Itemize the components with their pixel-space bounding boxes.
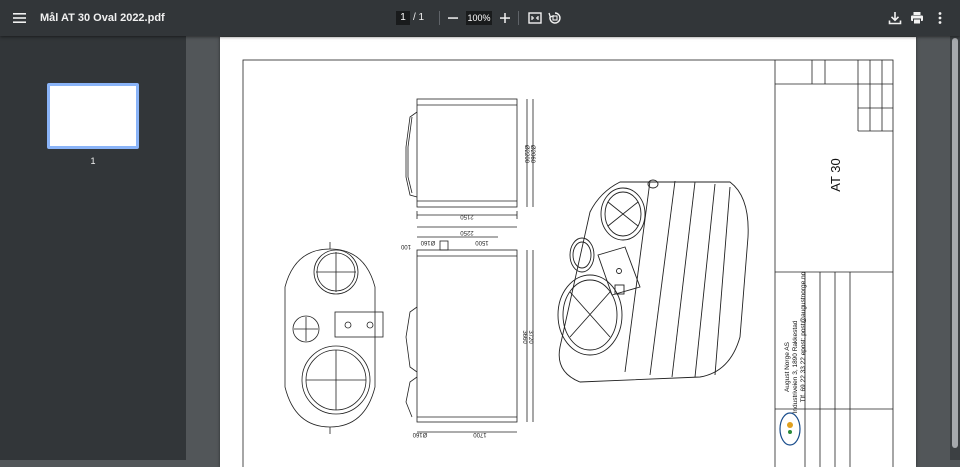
dim-w1500: 1500	[475, 239, 489, 245]
company-address: Industriveien 3, 1890 Rakkestad	[792, 320, 799, 413]
dim-d160-top: Ø160	[420, 239, 435, 245]
zoom-in-icon	[500, 13, 510, 23]
dim-h3660: 3660	[521, 330, 527, 344]
company-name: August Norge AS	[784, 341, 791, 392]
thumbnail-page-number: 1	[90, 156, 96, 166]
toolbar-divider	[439, 11, 440, 25]
zoom-input[interactable]: 100%	[466, 11, 492, 25]
rotate-icon	[548, 12, 561, 24]
technical-drawing: AT 30 August Norge AS Industriveien 3, 1…	[242, 59, 894, 467]
dim-d2200: Ø2200	[523, 145, 529, 164]
dim-w2150: 2150	[460, 213, 474, 219]
zoom-in-button[interactable]	[495, 8, 515, 28]
download-button[interactable]	[885, 8, 905, 28]
fit-page-button[interactable]	[525, 8, 545, 28]
zoom-out-button[interactable]	[443, 8, 463, 28]
page-number-input[interactable]: 1	[396, 11, 410, 25]
page-thumbnail[interactable]	[47, 83, 139, 149]
isometric-tank-view	[557, 179, 749, 383]
pdf-page: AT 30 August Norge AS Industriveien 3, 1…	[220, 37, 916, 467]
toolbar-divider	[518, 11, 519, 25]
dim-d160-bottom: Ø160	[412, 431, 427, 437]
fit-page-icon	[528, 12, 542, 24]
page-count: / 1	[413, 12, 425, 23]
document-viewer: AT 30 August Norge AS Industriveien 3, 1…	[186, 36, 960, 467]
rotate-button[interactable]	[545, 8, 565, 28]
scrollbar-thumb[interactable]	[952, 38, 958, 448]
dim-h100: 100	[400, 243, 411, 249]
side-view-upper	[416, 98, 518, 208]
more-vert-icon	[938, 12, 942, 24]
menu-icon	[13, 13, 26, 23]
print-icon	[911, 12, 923, 25]
company-contact: Tlf. 69 22 33 22 epost: post@augustnorge…	[800, 271, 807, 402]
zoom-out-icon	[448, 17, 458, 19]
menu-button[interactable]	[8, 6, 32, 30]
top-view-oval	[284, 248, 376, 428]
vertical-scrollbar[interactable]	[950, 36, 960, 460]
pdf-toolbar: Mål AT 30 Oval 2022.pdf 1 / 1 100%	[0, 0, 960, 36]
dim-w2250: 2250	[460, 229, 474, 235]
download-icon	[888, 12, 902, 25]
print-button[interactable]	[907, 8, 927, 28]
thumbnail-sidebar: 1	[0, 36, 186, 460]
dim-w1700: 1700	[473, 431, 487, 437]
side-view-lower	[416, 249, 518, 423]
document-title: Mål AT 30 Oval 2022.pdf	[40, 12, 165, 24]
more-options-button[interactable]	[930, 8, 950, 28]
dim-d2060: Ø2060	[529, 145, 535, 164]
company-logo	[779, 412, 801, 446]
dim-h3720: 3720	[527, 330, 533, 344]
drawing-title: AT 30	[828, 158, 843, 191]
